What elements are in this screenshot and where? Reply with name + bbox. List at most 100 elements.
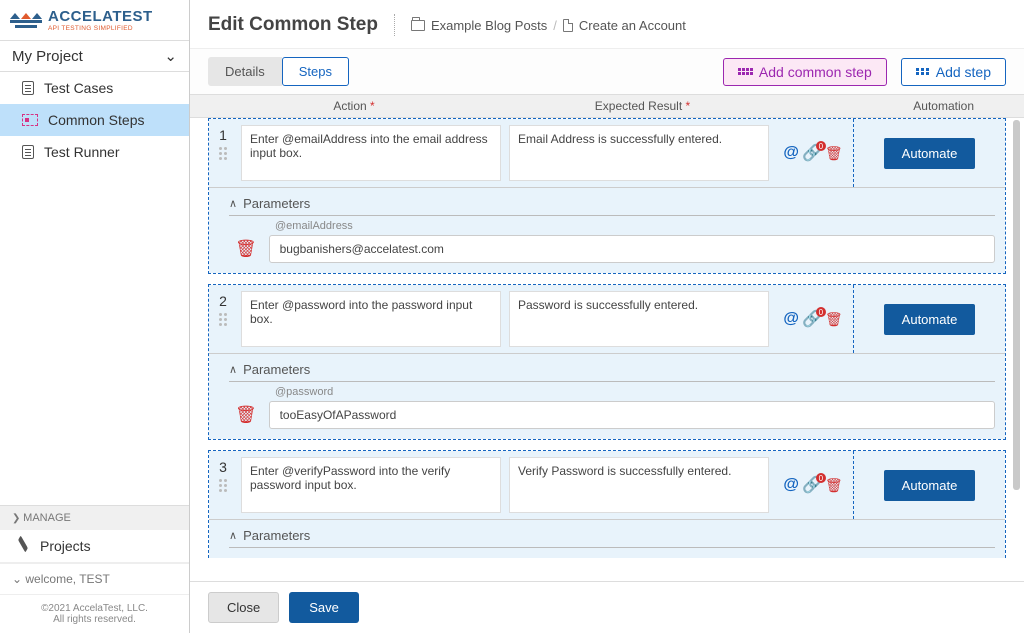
step-actions: @ 🔗0 🗑 — [773, 451, 853, 519]
breadcrumb: Example Blog Posts / Create an Account — [411, 18, 686, 33]
attachment-icon[interactable]: 🔗0 — [802, 309, 822, 329]
breadcrumb-item[interactable]: Example Blog Posts — [431, 18, 547, 33]
logo: ACCELATEST API TESTING SIMPLIFIED — [0, 0, 189, 40]
step: 1 Enter @emailAddress into the email add… — [208, 118, 1006, 274]
attachment-icon[interactable]: 🔗0 — [802, 475, 822, 495]
chevron-up-icon: ∧ — [229, 529, 237, 542]
step-number-handle[interactable]: 3 — [209, 451, 237, 519]
add-common-step-button[interactable]: Add common step — [723, 58, 887, 86]
action-textarea[interactable]: Enter @password into the password input … — [241, 291, 501, 347]
brand-name: ACCELATEST — [48, 8, 153, 25]
brand-tagline: API TESTING SIMPLIFIED — [48, 25, 153, 32]
action-textarea[interactable]: Enter @verifyPassword into the verify pa… — [241, 457, 501, 513]
sidebar-item-test-runner[interactable]: Test Runner — [0, 136, 189, 168]
scrollbar[interactable] — [1013, 120, 1020, 490]
project-label: My Project — [12, 48, 83, 65]
delete-step-icon[interactable]: 🗑 — [825, 477, 843, 494]
step-actions: @ 🔗0 🗑 — [773, 285, 853, 353]
drag-handle-icon — [219, 479, 227, 492]
file-icon — [563, 19, 573, 32]
sidebar-item-label: Projects — [40, 538, 91, 554]
automate-cell: Automate — [853, 285, 1005, 353]
manage-section[interactable]: MANAGE — [0, 505, 189, 530]
drag-handle-icon — [219, 147, 227, 160]
parameter-name: @password — [229, 382, 995, 401]
toolbar: Details Steps Add common step Add step — [190, 49, 1024, 95]
bottom-bar: Close Save — [190, 581, 1024, 633]
document-icon — [22, 145, 34, 159]
step-number-handle[interactable]: 1 — [209, 119, 237, 187]
chevron-up-icon: ∧ — [229, 197, 237, 210]
parameter-row: 🗑 — [229, 401, 995, 429]
step-row: 3 Enter @verifyPassword into the verify … — [209, 451, 1005, 519]
nav: Test Cases Common Steps Test Runner — [0, 72, 189, 505]
project-dropdown[interactable]: My Project ⌄ — [0, 40, 189, 72]
parameter-value-input[interactable] — [269, 235, 995, 263]
parameters-section: ∧ Parameters @emailAddress 🗑 — [209, 187, 1005, 273]
mention-icon[interactable]: @ — [783, 144, 799, 162]
expected-textarea[interactable]: Verify Password is successfully entered. — [509, 457, 769, 513]
delete-parameter-icon[interactable]: 🗑 — [229, 239, 257, 259]
attachment-icon[interactable]: 🔗0 — [802, 143, 822, 163]
delete-step-icon[interactable]: 🗑 — [825, 311, 843, 328]
automate-button[interactable]: Automate — [884, 470, 976, 501]
tab-steps[interactable]: Steps — [282, 57, 349, 86]
sidebar-item-test-cases[interactable]: Test Cases — [0, 72, 189, 104]
page-title: Edit Common Step — [208, 14, 378, 36]
chevron-down-icon: ⌄ — [164, 47, 177, 65]
document-icon — [22, 81, 34, 95]
save-button[interactable]: Save — [289, 592, 359, 623]
sidebar-item-projects[interactable]: Projects — [0, 530, 189, 563]
mention-icon[interactable]: @ — [783, 476, 799, 494]
sidebar: ACCELATEST API TESTING SIMPLIFIED My Pro… — [0, 0, 190, 633]
sidebar-item-label: Test Cases — [44, 80, 113, 96]
step-row: 2 Enter @password into the password inpu… — [209, 285, 1005, 353]
folder-icon — [411, 20, 425, 31]
breadcrumb-item[interactable]: Create an Account — [579, 18, 686, 33]
delete-step-icon[interactable]: 🗑 — [825, 145, 843, 162]
automate-cell: Automate — [853, 119, 1005, 187]
grid-icon — [916, 68, 930, 75]
breadcrumb-separator: / — [553, 18, 557, 33]
column-header: Action * Expected Result * Automation — [190, 95, 1024, 118]
welcome-dropdown[interactable]: welcome, TEST — [0, 563, 189, 594]
mention-icon[interactable]: @ — [783, 310, 799, 328]
grid-icon — [738, 68, 753, 75]
sidebar-item-common-steps[interactable]: Common Steps — [0, 104, 189, 136]
sidebar-item-label: Common Steps — [48, 112, 144, 128]
top-header: Edit Common Step Example Blog Posts / Cr… — [190, 0, 1024, 49]
step-row: 1 Enter @emailAddress into the email add… — [209, 119, 1005, 187]
steps-area: 1 Enter @emailAddress into the email add… — [190, 118, 1024, 581]
parameters-section: ∧ Parameters @password 🗑 — [209, 353, 1005, 439]
drag-handle-icon — [219, 313, 227, 326]
expected-textarea[interactable]: Email Address is successfully entered. — [509, 125, 769, 181]
step-number-handle[interactable]: 2 — [209, 285, 237, 353]
parameters-toggle[interactable]: ∧ Parameters — [229, 192, 995, 216]
parameter-name: @emailAddress — [229, 216, 995, 235]
tab-details[interactable]: Details — [208, 57, 282, 86]
step: 2 Enter @password into the password inpu… — [208, 284, 1006, 440]
parameter-row: 🗑 — [229, 235, 995, 263]
close-button[interactable]: Close — [208, 592, 279, 623]
separator — [394, 14, 395, 36]
parameters-section: ∧ Parameters — [209, 519, 1005, 558]
sidebar-item-label: Test Runner — [44, 144, 119, 160]
parameter-value-input[interactable] — [269, 401, 995, 429]
automate-cell: Automate — [853, 451, 1005, 519]
layers-icon — [16, 539, 30, 553]
step-actions: @ 🔗0 🗑 — [773, 119, 853, 187]
step: 3 Enter @verifyPassword into the verify … — [208, 450, 1006, 558]
action-textarea[interactable]: Enter @emailAddress into the email addre… — [241, 125, 501, 181]
chevron-up-icon: ∧ — [229, 363, 237, 376]
automate-button[interactable]: Automate — [884, 304, 976, 335]
common-steps-icon — [22, 114, 38, 126]
logo-icon — [10, 13, 42, 28]
delete-parameter-icon[interactable]: 🗑 — [229, 405, 257, 425]
add-step-button[interactable]: Add step — [901, 58, 1006, 86]
automate-button[interactable]: Automate — [884, 138, 976, 169]
footer: ©2021 AccelaTest, LLC. All rights reserv… — [0, 594, 189, 633]
parameters-toggle[interactable]: ∧ Parameters — [229, 358, 995, 382]
parameters-toggle[interactable]: ∧ Parameters — [229, 524, 995, 548]
expected-textarea[interactable]: Password is successfully entered. — [509, 291, 769, 347]
main: Edit Common Step Example Blog Posts / Cr… — [190, 0, 1024, 633]
